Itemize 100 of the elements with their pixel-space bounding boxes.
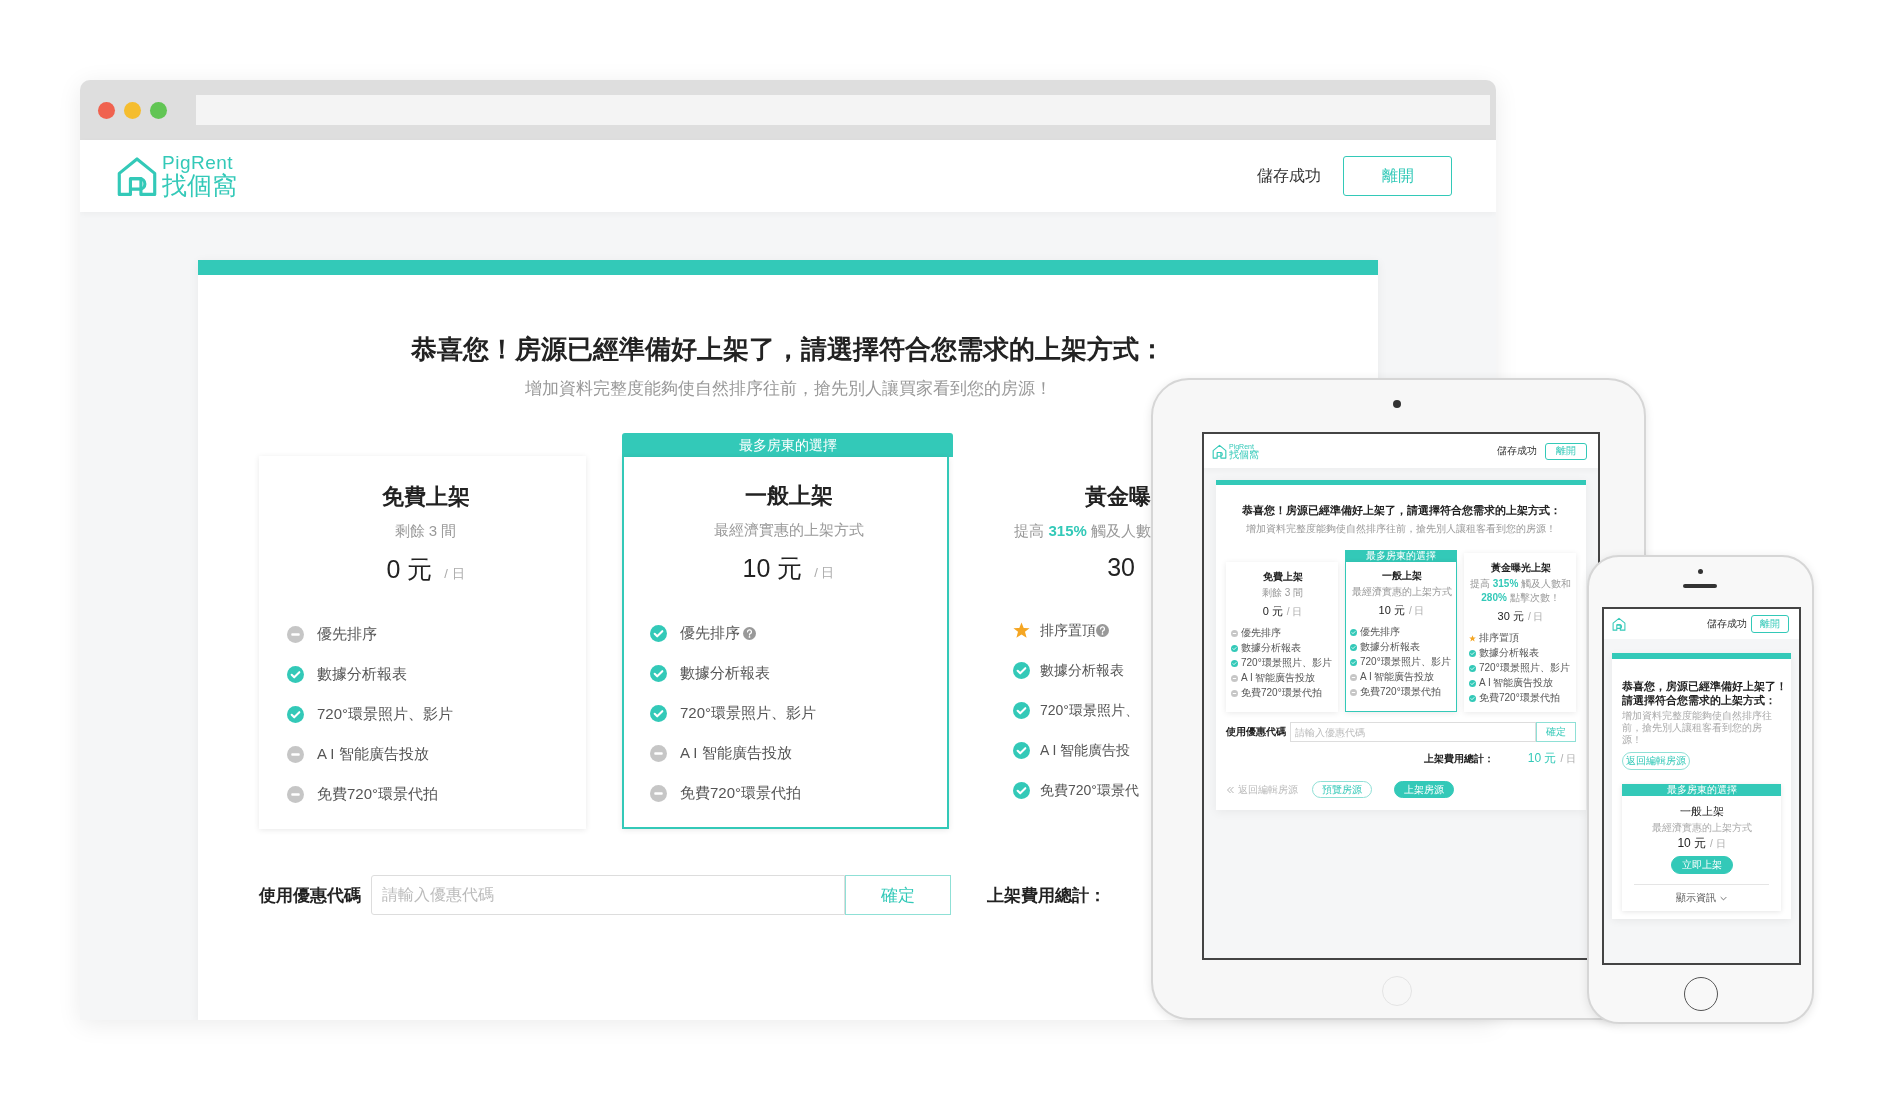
check-circle-icon: [1469, 665, 1476, 672]
total-label: 上架費用總計：: [987, 884, 1106, 907]
plan-note: 提高 315% 觸及人數和 280% 點擊次數！: [1469, 577, 1572, 605]
save-status: 儲存成功: [1707, 617, 1747, 631]
total-price: 10 元: [1527, 750, 1557, 767]
minus-circle-icon: [1231, 675, 1238, 682]
minus-circle-icon: [1350, 674, 1357, 681]
feature-label: 720°環景照片、影片: [680, 704, 817, 723]
double-chevron-left-icon[interactable]: [1226, 785, 1235, 794]
page-title: 恭喜您！房源已經準備好上架了，請選擇符合您需求的上架方式：: [410, 333, 1166, 366]
page-title: 恭喜您！房源已經準備好上架了，請選擇符合您需求的上架方式：: [1240, 503, 1562, 518]
minus-circle-icon: [287, 746, 304, 763]
check-circle-icon: [1469, 680, 1476, 687]
leave-button[interactable]: 離開: [1343, 156, 1452, 196]
leave-button[interactable]: 離開: [1751, 615, 1789, 633]
speaker-icon: [1683, 584, 1717, 588]
feature-label: 720°環景照片、: [1040, 701, 1139, 720]
help-icon[interactable]: [743, 627, 756, 640]
plan-card[interactable]: 黃金曝光上架 提高 315% 觸及人數和 280% 點擊次數！ 30 元 / 日 排序置頂 數據分析報表 720°環景照片、影片 A I 智能廣告投放 免費720°環景代拍: [1464, 553, 1576, 712]
plan-card[interactable]: 一般上架 最經濟實惠的上架方式 10 元 / 日 優先排序 數據分析報表 720°環景照片、影片 A I 智能廣告投放 免費720°環景代拍: [1345, 562, 1457, 712]
plan-card[interactable]: 黃金曝 提高 315% 觸及人數 30 排序置頂 數據分析報表 720°環景照片、 A I 智能廣告投 免費720°環景代: [989, 456, 1153, 829]
plan-name: 一般上架: [744, 482, 833, 510]
check-circle-icon: [1350, 659, 1357, 666]
feature-label: 數據分析報表: [1360, 641, 1420, 653]
plan-price: 0 元: [1262, 604, 1283, 619]
feature-label: 免費720°環景代拍: [680, 784, 802, 803]
check-circle-icon: [1013, 702, 1030, 719]
plan-name: 免費上架: [381, 483, 470, 511]
plan-card[interactable]: 免費上架 剩餘 3 間 0 元 / 日 優先排序 數據分析報表 720°環景照片、影片 A I 智能廣告投放 免費720°環景代拍: [259, 456, 586, 829]
check-circle-icon: [1469, 650, 1476, 657]
publish-now-button[interactable]: 立即上架: [1670, 856, 1733, 874]
feature-label: 720°環景照片、影片: [1241, 657, 1332, 669]
price-unit: / 日: [1527, 610, 1544, 624]
logo-name: PigRent: [162, 153, 235, 172]
check-circle-icon: [650, 705, 667, 722]
check-circle-icon: [287, 706, 304, 723]
feature-label: 免費720°環景代: [1040, 781, 1139, 800]
plan-note: 最經濟實惠的上架方式: [1651, 821, 1752, 835]
logo-tagline: 找個窩: [162, 172, 237, 199]
plan-card[interactable]: 免費上架 剩餘 3 間 0 元 / 日 優先排序 數據分析報表 720°環景照片、影片 A I 智能廣告投放 免費720°環景代拍: [1226, 562, 1338, 712]
show-info-link[interactable]: 顯示資訊: [1676, 891, 1716, 905]
minus-circle-icon: [650, 745, 667, 762]
plan-badge: 最多房東的選擇: [1622, 784, 1781, 796]
plan-note: 提高 315% 觸及人數: [1014, 522, 1151, 541]
confirm-button[interactable]: 確定: [845, 875, 951, 915]
maximize-window-icon[interactable]: [150, 101, 167, 119]
plan-note: 最經濟實惠的上架方式: [713, 521, 864, 540]
price-unit: / 日: [1408, 604, 1425, 618]
house-logo-icon: [1212, 443, 1227, 459]
feature-label: 數據分析報表: [680, 664, 770, 683]
feature-label: A I 智能廣告投: [1040, 741, 1131, 760]
plan-name: 一般上架: [1381, 569, 1422, 583]
check-circle-icon: [1231, 645, 1238, 652]
check-circle-icon: [1469, 695, 1476, 702]
minus-circle-icon: [287, 626, 304, 643]
feature-label: 720°環景照片、影片: [1479, 662, 1570, 674]
coupon-input[interactable]: 請輸入優惠代碼: [371, 875, 845, 915]
check-circle-icon: [1013, 782, 1030, 799]
confirm-button[interactable]: 確定: [1536, 722, 1576, 742]
plan-name: 黃金曝光上架: [1490, 561, 1551, 575]
feature-label: A I 智能廣告投放: [1241, 672, 1316, 684]
price-unit: / 日: [1560, 752, 1576, 766]
plan-badge: 最多房東的選擇: [622, 433, 953, 457]
publish-button[interactable]: 上架房源: [1394, 781, 1454, 798]
price-unit: / 日: [444, 565, 465, 583]
back-button[interactable]: 返回編輯房源: [1622, 752, 1690, 770]
preview-button[interactable]: 預覽房源: [1312, 781, 1372, 798]
feature-label: 優先排序: [680, 624, 740, 643]
feature-label: A I 智能廣告投放: [317, 745, 429, 764]
feature-label: 720°環景照片、影片: [317, 705, 454, 724]
check-circle-icon: [1350, 644, 1357, 651]
page-subtitle: 增加資料完整度能夠使自然排序往前，搶先別人讓租客看到您的房源！: [1622, 710, 1773, 746]
leave-button[interactable]: 離開: [1545, 442, 1587, 460]
camera-icon: [1698, 569, 1703, 574]
chevron-down-icon[interactable]: [1720, 895, 1727, 901]
help-icon[interactable]: [1096, 624, 1109, 637]
house-logo-icon: [116, 155, 158, 197]
price-unit: / 日: [1710, 837, 1726, 851]
check-circle-icon: [650, 625, 667, 642]
plan-name: 一般上架: [1679, 804, 1724, 819]
feature-label: A I 智能廣告投放: [1479, 677, 1554, 689]
check-circle-icon: [1013, 662, 1030, 679]
minus-circle-icon: [1231, 690, 1238, 697]
check-circle-icon: [1350, 629, 1357, 636]
minus-circle-icon: [1231, 630, 1238, 637]
page-title: 請選擇符合您需求的上架方式：: [1622, 693, 1777, 707]
close-window-icon[interactable]: [98, 101, 115, 119]
house-logo-icon: [1612, 617, 1626, 631]
minimize-window-icon[interactable]: [124, 101, 141, 119]
feature-label: A I 智能廣告投放: [1360, 671, 1435, 683]
save-status: 儲存成功: [1257, 165, 1321, 186]
feature-label: 排序置頂: [1040, 621, 1096, 640]
plan-note: 剩餘 3 間: [1261, 586, 1304, 600]
logo-tagline: 找個窩: [1229, 449, 1259, 460]
plan-price: 10 元: [1677, 835, 1707, 852]
plan-card[interactable]: 一般上架 最經濟實惠的上架方式 10 元 / 日 優先排序 數據分析報表 720°環景照片、影片 A I 智能廣告投放 免費720°環景代拍: [622, 457, 949, 829]
plan-card[interactable]: 最多房東的選擇 一般上架 最經濟實惠的上架方式 10 元 / 日 立即上架 顯示資訊: [1622, 784, 1781, 911]
star-icon: [1469, 635, 1476, 642]
page-title: 恭喜您，房源已經準備好上架了！: [1622, 679, 1781, 693]
check-circle-icon: [287, 666, 304, 683]
